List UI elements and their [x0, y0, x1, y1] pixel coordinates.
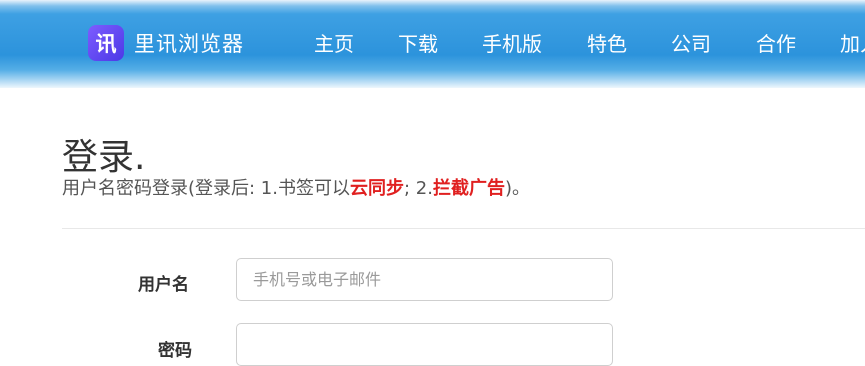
- nav-item-join[interactable]: 加入: [840, 28, 865, 57]
- nav-menu: 主页 下载 手机版 特色 公司 合作 加入: [0, 28, 865, 58]
- username-input[interactable]: [236, 258, 613, 301]
- description-text: 用户名密码登录(登录后: 1.书签可以: [62, 178, 350, 199]
- username-label: 用户名: [138, 275, 189, 295]
- nav-item-features[interactable]: 特色: [587, 28, 627, 57]
- password-input[interactable]: [236, 323, 613, 366]
- password-label: 密码: [158, 341, 192, 361]
- highlight-block-ads: 拦截广告: [432, 178, 505, 199]
- nav-item-partners[interactable]: 合作: [756, 28, 796, 57]
- top-navbar: 讯 里讯浏览器 主页 下载 手机版 特色 公司 合作 加入: [0, 0, 865, 88]
- login-description: 用户名密码登录(登录后: 1.书签可以云同步; 2.拦截广告)。: [62, 174, 530, 200]
- nav-item-company[interactable]: 公司: [671, 28, 711, 57]
- nav-item-download[interactable]: 下载: [398, 28, 438, 57]
- nav-item-mobile[interactable]: 手机版: [482, 28, 542, 57]
- highlight-cloud-sync: 云同步: [349, 178, 404, 199]
- page-title: 登录.: [62, 137, 146, 179]
- description-text: )。: [504, 178, 530, 199]
- nav-item-home[interactable]: 主页: [314, 28, 354, 57]
- divider: [62, 228, 865, 229]
- description-text: ; 2.: [403, 178, 433, 199]
